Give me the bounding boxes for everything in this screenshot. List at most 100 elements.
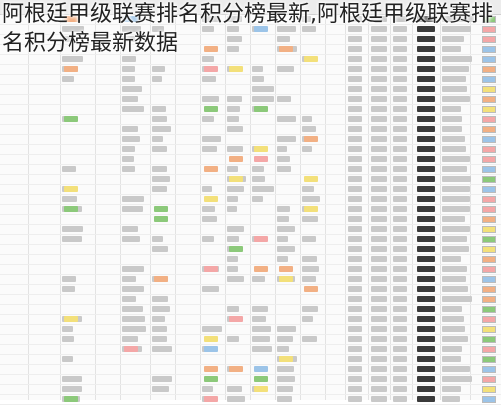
cell-text <box>122 86 142 92</box>
cell-text <box>152 296 168 302</box>
table-row <box>0 205 501 215</box>
cell-number <box>371 196 387 202</box>
cell-number <box>348 336 362 342</box>
rank-cell <box>417 136 435 142</box>
flag-icon <box>482 216 496 223</box>
cell-text <box>227 306 239 312</box>
rank-cell <box>417 326 435 332</box>
cell-text <box>277 156 290 162</box>
highlighted-cell <box>254 156 268 162</box>
cell-text <box>62 276 76 282</box>
rank-cell <box>417 296 435 302</box>
cell-text <box>302 146 312 152</box>
rank-cell <box>417 116 435 122</box>
cell-number <box>393 146 407 152</box>
team-name-cell <box>442 316 464 322</box>
table-row <box>0 225 501 235</box>
cell-text <box>62 76 74 82</box>
flag-icon <box>482 226 496 233</box>
team-name-cell <box>442 256 461 262</box>
cell-number <box>393 156 407 162</box>
flag-icon <box>482 146 496 153</box>
cell-text <box>227 126 243 132</box>
table-row <box>0 275 501 285</box>
highlighted-cell <box>254 376 268 382</box>
highlighted-cell <box>64 116 78 122</box>
cell-number <box>371 376 387 382</box>
cell-number <box>371 256 387 262</box>
flag-icon <box>482 166 496 173</box>
cell-number <box>348 276 362 282</box>
cell-text <box>277 366 294 372</box>
cell-number <box>393 136 407 142</box>
cell-number <box>393 276 407 282</box>
team-name-cell <box>442 286 468 292</box>
cell-text <box>277 386 293 392</box>
highlighted-cell <box>229 366 243 372</box>
cell-text <box>152 186 167 192</box>
cell-text <box>122 236 140 242</box>
cell-text <box>302 266 319 272</box>
highlighted-cell <box>204 336 218 342</box>
table-row <box>0 255 501 265</box>
rank-cell <box>417 166 435 172</box>
highlighted-cell <box>304 176 318 182</box>
highlighted-cell <box>254 106 268 112</box>
rank-cell <box>417 376 435 382</box>
table-row <box>0 155 501 165</box>
cell-text <box>152 146 167 152</box>
team-name-cell <box>442 106 461 112</box>
highlighted-cell <box>204 376 218 382</box>
cell-number <box>371 156 387 162</box>
cell-number <box>348 316 362 322</box>
cell-number <box>371 176 387 182</box>
cell-text <box>227 146 243 152</box>
highlighted-cell <box>204 396 218 402</box>
rank-cell <box>417 366 435 372</box>
cell-text <box>152 326 167 332</box>
cell-number <box>371 136 387 142</box>
cell-number <box>348 96 362 102</box>
cell-text <box>277 136 296 142</box>
table-row <box>0 135 501 145</box>
cell-text <box>152 116 167 122</box>
cell-number <box>393 326 407 332</box>
highlighted-cell <box>64 186 78 192</box>
table-row <box>0 235 501 245</box>
cell-text <box>227 386 242 392</box>
table-row <box>0 165 501 175</box>
cell-text <box>122 96 138 102</box>
cell-number <box>371 386 387 392</box>
cell-number <box>393 376 407 382</box>
team-name-cell <box>442 246 469 252</box>
highlighted-cell <box>64 316 78 322</box>
cell-text <box>302 216 318 222</box>
cell-text <box>252 96 274 102</box>
cell-text <box>302 196 320 202</box>
cell-number <box>348 86 362 92</box>
cell-number <box>371 276 387 282</box>
cell-text <box>277 96 291 102</box>
cell-number <box>393 186 407 192</box>
team-name-cell <box>442 216 465 222</box>
cell-text <box>122 276 136 282</box>
cell-text <box>62 386 82 392</box>
cell-number <box>371 76 387 82</box>
cell-number <box>348 366 362 372</box>
rank-cell <box>417 146 435 152</box>
flag-icon <box>482 236 496 243</box>
cell-number <box>393 176 407 182</box>
cell-text <box>277 66 294 72</box>
cell-text <box>252 176 265 182</box>
highlighted-cell <box>204 166 218 172</box>
cell-text <box>152 126 171 132</box>
cell-number <box>348 306 362 312</box>
cell-text <box>227 96 242 102</box>
cell-text <box>122 66 135 72</box>
highlighted-cell <box>279 356 293 362</box>
cell-text <box>277 396 292 402</box>
cell-number <box>393 166 407 172</box>
cell-number <box>371 286 387 292</box>
cell-number <box>393 116 407 122</box>
spreadsheet-screenshot <box>0 0 501 405</box>
